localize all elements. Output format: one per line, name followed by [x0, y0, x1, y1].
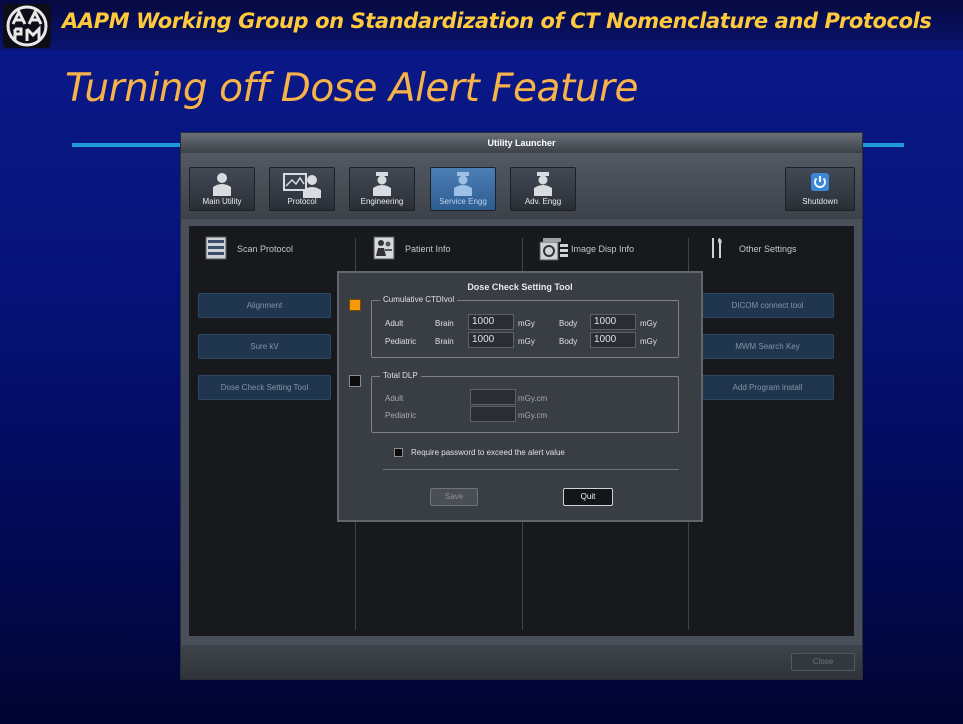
- dicom-connect-tool-button[interactable]: DICOM connect tool: [701, 293, 834, 318]
- ctdi-enable-marker[interactable]: [349, 299, 361, 311]
- category-scan-protocol: Scan Protocol: [205, 236, 345, 262]
- title-rule: [72, 143, 184, 147]
- window-footer: Close: [181, 645, 862, 679]
- slide-header-bar: AAPM Working Group on Standardization of…: [0, 0, 963, 50]
- adult-brain-ctdi-input[interactable]: 1000: [468, 314, 514, 330]
- unit-label: mGy.cm: [518, 394, 548, 403]
- unit-label: mGy.cm: [518, 411, 548, 420]
- header-title: AAPM Working Group on Standardization of…: [62, 9, 932, 33]
- mwm-search-key-button[interactable]: MWM Search Key: [701, 334, 834, 359]
- ctdi-section: Cumulative CTDIvol Adult Brain 1000 mGy …: [371, 295, 679, 358]
- add-program-install-button[interactable]: Add Program install: [701, 375, 834, 400]
- sure-kv-button[interactable]: Sure kV: [198, 334, 331, 359]
- tools-icon: [712, 238, 722, 258]
- unit-label: mGy: [640, 337, 657, 346]
- category-other-settings: Other Settings: [709, 236, 849, 262]
- dose-check-setting-tool-button[interactable]: Dose Check Setting Tool: [198, 375, 331, 400]
- category-image-disp-info: Image Disp Info: [539, 236, 679, 262]
- toolbar: Main Utility Protocol Engineering Servic…: [181, 153, 862, 219]
- alignment-button[interactable]: Alignment: [198, 293, 331, 318]
- adv-engg-button[interactable]: Adv. Engg: [510, 167, 576, 211]
- category-patient-info: Patient Info: [373, 236, 513, 262]
- power-icon: [811, 173, 829, 191]
- brain-label: Brain: [435, 337, 454, 346]
- scan-protocol-icon: [205, 236, 227, 260]
- title-rule: [858, 143, 904, 147]
- shutdown-button[interactable]: Shutdown: [785, 167, 855, 211]
- ctdi-legend: Cumulative CTDIvol: [380, 295, 458, 304]
- advanced-engineer-icon: [534, 172, 552, 196]
- dose-check-setting-dialog: Dose Check Setting Tool Cumulative CTDIv…: [337, 271, 703, 522]
- image-display-icon: [539, 238, 568, 261]
- pediatric-label: Pediatric: [385, 337, 417, 346]
- protocol-button[interactable]: Protocol: [269, 167, 335, 211]
- dlp-section: Total DLP Adult mGy.cm Pediatric mGy.cm: [371, 371, 679, 433]
- pediatric-brain-ctdi-input[interactable]: 1000: [468, 332, 514, 348]
- require-password-checkbox[interactable]: [394, 448, 403, 457]
- dialog-title: Dose Check Setting Tool: [467, 282, 573, 292]
- service-engg-button[interactable]: Service Engg: [430, 167, 496, 211]
- person-icon: [213, 173, 231, 196]
- adult-label: Adult: [385, 319, 404, 328]
- save-button[interactable]: Save: [430, 488, 478, 506]
- unit-label: mGy: [640, 319, 657, 328]
- protocol-icon: [283, 173, 321, 198]
- close-button[interactable]: Close: [791, 653, 855, 671]
- body-label: Body: [559, 337, 578, 346]
- main-utility-button[interactable]: Main Utility: [189, 167, 255, 211]
- dialog-separator: [383, 469, 679, 470]
- pediatric-body-ctdi-input[interactable]: 1000: [590, 332, 636, 348]
- unit-label: mGy: [518, 337, 535, 346]
- adult-dlp-input[interactable]: [470, 389, 516, 405]
- unit-label: mGy: [518, 319, 535, 328]
- service-engineer-icon: [454, 172, 472, 196]
- adult-label: Adult: [385, 394, 404, 403]
- window-title: Utility Launcher: [181, 133, 862, 153]
- dlp-legend: Total DLP: [380, 371, 421, 380]
- adult-body-ctdi-input[interactable]: 1000: [590, 314, 636, 330]
- engineer-icon: [373, 172, 391, 196]
- pediatric-dlp-input[interactable]: [470, 406, 516, 422]
- dlp-enable-marker[interactable]: [349, 375, 361, 387]
- engineering-button[interactable]: Engineering: [349, 167, 415, 211]
- patient-info-icon: [373, 236, 395, 260]
- aapm-logo-icon: [3, 4, 51, 48]
- pediatric-label: Pediatric: [385, 411, 417, 420]
- brain-label: Brain: [435, 319, 454, 328]
- require-password-label: Require password to exceed the alert val…: [411, 448, 565, 457]
- quit-button[interactable]: Quit: [563, 488, 613, 506]
- slide-title: Turning off Dose Alert Feature: [65, 66, 639, 111]
- body-label: Body: [559, 319, 578, 328]
